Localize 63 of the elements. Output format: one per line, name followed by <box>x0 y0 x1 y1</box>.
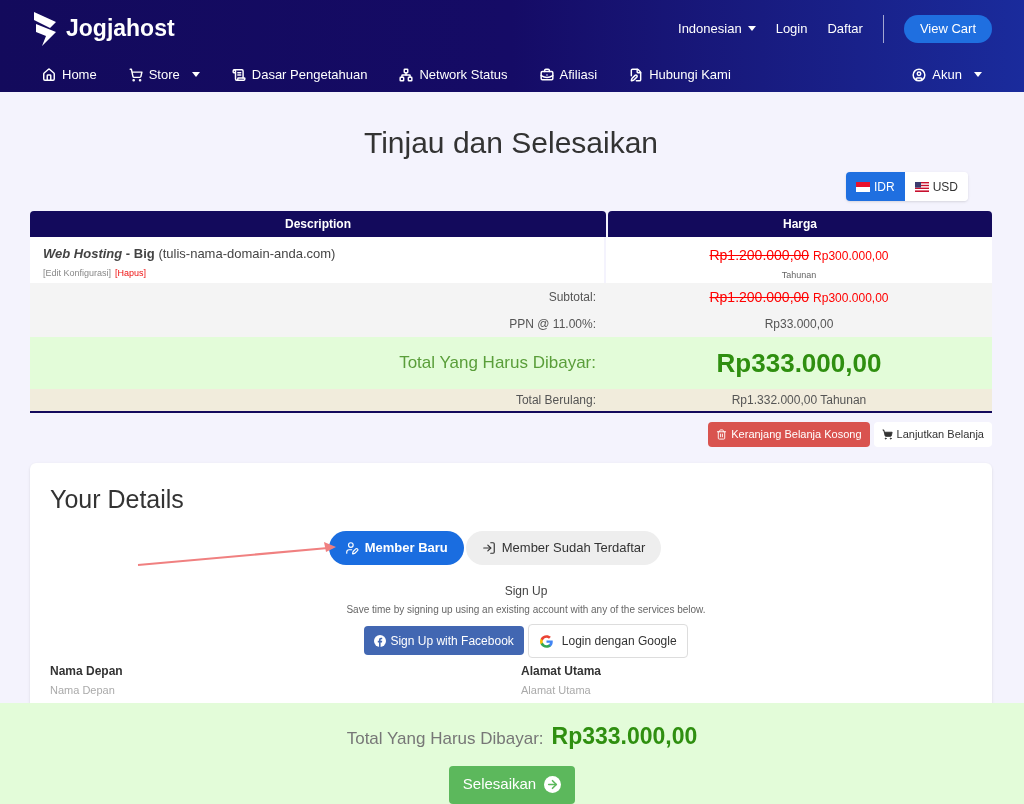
cart-icon <box>881 429 893 440</box>
table-header: Harga <box>608 211 992 237</box>
google-icon <box>538 633 554 649</box>
cart-icon <box>128 67 143 82</box>
edit-link[interactable]: [Edit Konfigurasi] <box>43 266 112 280</box>
nav-item[interactable]: Home <box>42 64 97 85</box>
network-icon <box>399 67 414 82</box>
input-field[interactable]: Nama Depan <box>50 682 501 699</box>
input-field[interactable]: Alamat Utama <box>521 682 972 699</box>
signup-text: Save time by signing up using an existing account with any of the services below. <box>346 603 706 617</box>
briefcase-icon <box>539 67 554 82</box>
sign-in-icon <box>481 541 496 555</box>
edit-icon <box>629 67 644 82</box>
nav-item[interactable]: Network Status <box>399 64 508 85</box>
header-link[interactable]: Login <box>775 18 808 39</box>
tax-value: Rp33.000,00 <box>763 316 835 333</box>
scroll-icon <box>231 67 246 82</box>
continue-shopping-button[interactable]: Lanjutkan Belanja <box>873 422 992 447</box>
nav-item[interactable]: Hubungi Kami <box>629 64 731 85</box>
arrow-right-icon <box>546 778 560 791</box>
total-value: Rp333.000,00 <box>715 346 883 380</box>
field-label: Alamat Utama <box>521 663 603 680</box>
currency-tab[interactable]: IDR <box>846 172 905 201</box>
product-name: Web Hosting - Big (tulis-nama-domain-anda.com) <box>43 245 337 263</box>
google-button[interactable]: Login dengan Google <box>527 624 688 658</box>
table-header: Description <box>30 211 606 237</box>
flag-icon <box>914 181 929 192</box>
nav-item[interactable]: Afiliasi <box>539 64 598 85</box>
recurring-label: Total Berulang: <box>514 392 597 409</box>
billing-cycle: Tahunan <box>781 269 817 282</box>
currency-tab[interactable]: USD <box>904 172 968 201</box>
nav-item[interactable]: Store <box>128 64 200 85</box>
item-price: Rp300.000,00 <box>813 248 889 265</box>
header-link[interactable]: Indonesian <box>678 18 756 39</box>
old-price: Rp1.200.000,00 <box>709 246 810 265</box>
total-label: Total Yang Harus Dibayar: <box>346 728 544 750</box>
tax-label: PPN @ 11.00%: <box>508 316 597 333</box>
facebook-button[interactable]: Sign Up with Facebook <box>364 626 524 655</box>
user-icon <box>344 541 359 555</box>
remove-link[interactable]: [Hapus] <box>115 266 147 280</box>
page-title: Tinjau dan Selesaikan <box>362 125 660 161</box>
total-value: Rp333.000,00 <box>551 722 698 751</box>
account-menu[interactable]: Akun <box>912 64 982 85</box>
trash-icon <box>716 429 728 440</box>
section-title: Your Details <box>50 484 185 515</box>
account-type-tab[interactable]: Member Sudah Terdaftar <box>465 531 662 565</box>
view-cart-button[interactable]: View Cart <box>903 14 992 43</box>
field-label: Nama Depan <box>50 663 124 680</box>
nav-item[interactable]: Dasar Pengetahuan <box>231 64 368 85</box>
old-price: Rp1.200.000,00 <box>709 287 810 307</box>
user-icon <box>912 67 927 82</box>
logo-text: Jogjahost <box>66 14 175 44</box>
total-label: Total Yang Harus Dibayar: <box>398 352 597 375</box>
header-link[interactable]: Daftar <box>827 18 863 39</box>
subtotal-label: Subtotal: <box>547 289 597 306</box>
home-icon <box>42 67 56 82</box>
empty-cart-button[interactable]: Keranjang Belanja Kosong <box>708 422 870 447</box>
facebook-icon <box>374 634 387 647</box>
flag-icon <box>856 181 870 192</box>
recurring-value: Rp1.332.000,00 Tahunan <box>730 392 868 409</box>
account-type-tab[interactable]: Member Baru <box>328 531 464 565</box>
subtotal-price: Rp300.000,00 <box>813 289 889 307</box>
signup-title: Sign Up <box>504 583 548 600</box>
